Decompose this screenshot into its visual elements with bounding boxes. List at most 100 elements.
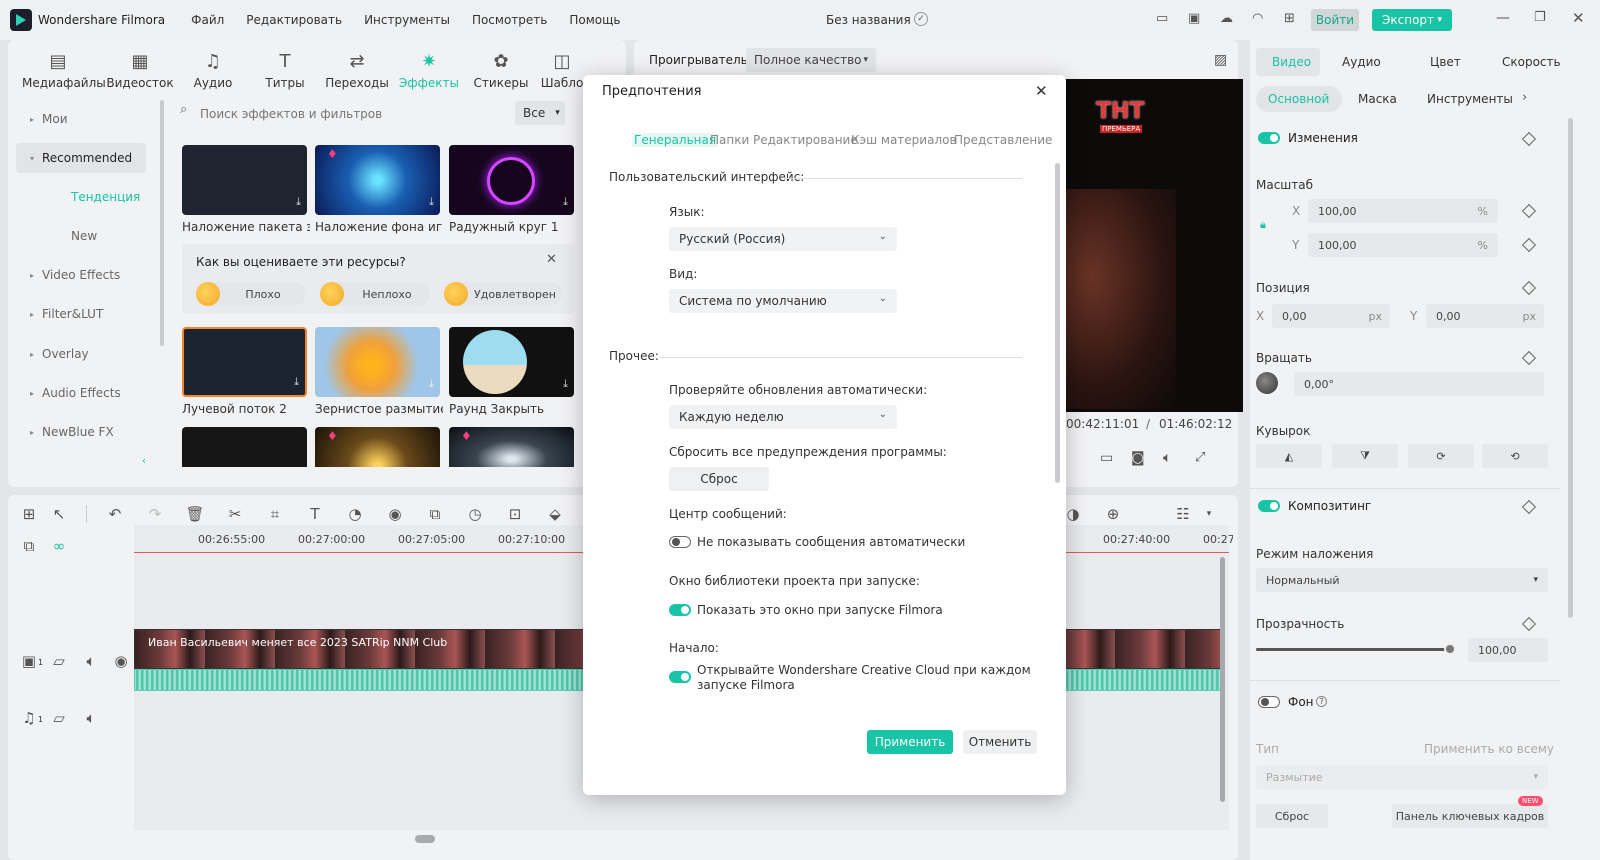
effect-thumbnail[interactable]: ⤓: [182, 327, 307, 397]
keyframe-diamond-icon[interactable]: [1521, 350, 1537, 366]
add-track-icon[interactable]: ⧉: [18, 535, 40, 557]
timeline-vscrollbar[interactable]: [1220, 557, 1225, 802]
tab-media[interactable]: ▤ Медиафайлы: [22, 50, 106, 90]
rotate-input[interactable]: 0,00°: [1294, 372, 1544, 396]
blend-mode-dropdown[interactable]: Нормальный ▾: [1256, 568, 1548, 592]
layout-icon[interactable]: ▭: [1156, 11, 1168, 26]
apply-all-link[interactable]: Применить ко всему: [1424, 742, 1554, 756]
effect-thumbnail[interactable]: ⤓: [449, 145, 574, 215]
sidebar-scrollbar[interactable]: [160, 100, 164, 346]
headset-icon[interactable]: ◠: [1252, 11, 1263, 26]
tab-color[interactable]: Цвет: [1430, 55, 1461, 69]
export-button[interactable]: Экспорт ▾: [1372, 9, 1452, 31]
menu-help[interactable]: Помощь: [569, 13, 620, 27]
player-tab[interactable]: Проигрыватель: [649, 53, 748, 67]
sidebar-item-new[interactable]: New: [16, 221, 146, 251]
tab-titles[interactable]: T Титры: [249, 50, 321, 90]
tab-speed[interactable]: Скорость: [1502, 55, 1561, 69]
keyframe-diamond-icon[interactable]: [1521, 237, 1537, 253]
track-volume-icon[interactable]: 🔈︎: [80, 707, 102, 729]
reset-warnings-button[interactable]: Сброс: [669, 467, 769, 491]
tab-transitions[interactable]: ⇄ Переходы: [321, 50, 393, 90]
rotate-right-button[interactable]: ⟳: [1408, 444, 1474, 468]
sidebar-item-newblue-fx[interactable]: ▸ NewBlue FX: [16, 417, 146, 447]
select-cursor-icon[interactable]: ↖: [48, 503, 70, 525]
flip-horizontal-button[interactable]: ◭: [1256, 444, 1322, 468]
dialog-scrollbar[interactable]: [1055, 163, 1060, 483]
sidebar-item-recommended[interactable]: ▾ Recommended: [16, 143, 146, 173]
close-icon[interactable]: ✕: [546, 252, 557, 267]
reset-button[interactable]: Сброс: [1256, 804, 1328, 828]
quality-dropdown[interactable]: Полное качество ▾: [746, 48, 876, 72]
crop-icon[interactable]: ⌗: [264, 503, 286, 525]
search-input[interactable]: [200, 102, 500, 126]
apply-button[interactable]: Применить: [867, 730, 953, 754]
download-icon[interactable]: ⤓: [294, 375, 299, 389]
effect-thumbnail[interactable]: [182, 427, 307, 467]
cloud-icon[interactable]: ☁: [1220, 11, 1233, 26]
message-center-toggle[interactable]: [669, 536, 691, 548]
close-icon[interactable]: ✕: [1035, 82, 1048, 100]
tab-cache[interactable]: Кэш материалов: [851, 133, 957, 147]
scissors-icon[interactable]: ✂: [224, 503, 246, 525]
download-icon[interactable]: ⤓: [563, 195, 568, 209]
video-preview[interactable]: ТНТ ПРЕМЬЕРА: [1046, 79, 1243, 412]
menu-tools[interactable]: Инструменты: [364, 13, 450, 27]
keyframe-icon[interactable]: ⬙: [544, 503, 566, 525]
layout-grid-icon[interactable]: ⊞: [18, 503, 40, 525]
fullscreen-icon[interactable]: ⤢: [1195, 450, 1205, 465]
background-type-dropdown[interactable]: Размытие ▾: [1256, 765, 1548, 789]
download-icon[interactable]: ⤓: [296, 195, 301, 209]
library-window-toggle[interactable]: [669, 604, 691, 616]
save-icon[interactable]: ▣: [1188, 11, 1200, 26]
login-button[interactable]: Войти: [1311, 9, 1359, 31]
pos-x-input[interactable]: 0,00 px: [1272, 304, 1390, 328]
pos-y-input[interactable]: 0,00 px: [1426, 304, 1544, 328]
download-icon[interactable]: ⤓: [429, 195, 434, 209]
lock-icon[interactable]: 🔒︎: [1260, 218, 1266, 232]
tab-templates[interactable]: ◫ Шабло: [537, 50, 587, 90]
zoom-in-icon[interactable]: ⊕: [1102, 503, 1124, 525]
sidebar-item-my[interactable]: ▸ Мои: [16, 104, 146, 134]
minimize-icon[interactable]: —: [1496, 10, 1510, 26]
menu-view[interactable]: Посмотреть: [472, 13, 547, 27]
effect-thumbnail[interactable]: ♦: [315, 427, 440, 467]
redo-icon[interactable]: ↷: [144, 503, 166, 525]
filter-dropdown[interactable]: Все ▾: [515, 101, 565, 125]
subtab-mask[interactable]: Маска: [1358, 92, 1397, 106]
track-volume-icon[interactable]: 🔈︎: [80, 650, 102, 672]
language-dropdown[interactable]: Русский (Россия) ⌄: [669, 227, 897, 251]
theme-dropdown[interactable]: Система по умолчанию ⌄: [669, 289, 897, 313]
download-icon[interactable]: ⤓: [563, 377, 568, 391]
download-icon[interactable]: ⤓: [429, 377, 434, 391]
folder-icon[interactable]: ▱: [48, 650, 70, 672]
text-icon[interactable]: T: [304, 503, 326, 525]
subtab-tools[interactable]: Инструменты с: [1427, 92, 1513, 106]
tab-effects[interactable]: ✷ Эффекты: [393, 50, 465, 90]
volume-icon[interactable]: 🔈︎: [1163, 450, 1171, 466]
opacity-input[interactable]: 100,00: [1468, 638, 1548, 662]
subtab-basic[interactable]: Основной: [1268, 92, 1329, 106]
effect-thumbnail[interactable]: ♦ ⤓: [315, 145, 440, 215]
scale-y-input[interactable]: 100,00%: [1308, 233, 1498, 257]
effect-thumbnail[interactable]: ⤓: [449, 327, 574, 397]
speed-icon[interactable]: ◔: [344, 503, 366, 525]
startup-toggle[interactable]: [669, 671, 691, 683]
tab-stock-video[interactable]: ▦ Видеосток: [104, 50, 176, 90]
background-toggle[interactable]: [1258, 696, 1280, 708]
opacity-slider-handle[interactable]: [1444, 643, 1456, 655]
effect-thumbnail[interactable]: ♦: [449, 427, 574, 467]
opacity-slider-track[interactable]: [1256, 648, 1450, 651]
fit-icon[interactable]: ⊡: [504, 503, 526, 525]
effect-thumbnail[interactable]: ⤓: [315, 327, 440, 397]
collapse-sidebar-icon[interactable]: ‹: [134, 450, 154, 470]
keyframe-diamond-icon[interactable]: [1521, 616, 1537, 632]
tab-appearance[interactable]: Представление: [954, 133, 1052, 147]
tab-audio[interactable]: ♫ Аудио: [177, 50, 249, 90]
stabilize-icon[interactable]: ⧉: [424, 503, 446, 525]
updates-dropdown[interactable]: Каждую неделю ⌄: [669, 405, 897, 429]
color-palette-icon[interactable]: ◉: [384, 503, 406, 525]
tab-stickers[interactable]: ✿ Стикеры: [465, 50, 537, 90]
maximize-icon[interactable]: ❐: [1534, 10, 1546, 25]
sidebar-item-filter-lut[interactable]: ▸ Filter&LUT: [16, 299, 146, 329]
